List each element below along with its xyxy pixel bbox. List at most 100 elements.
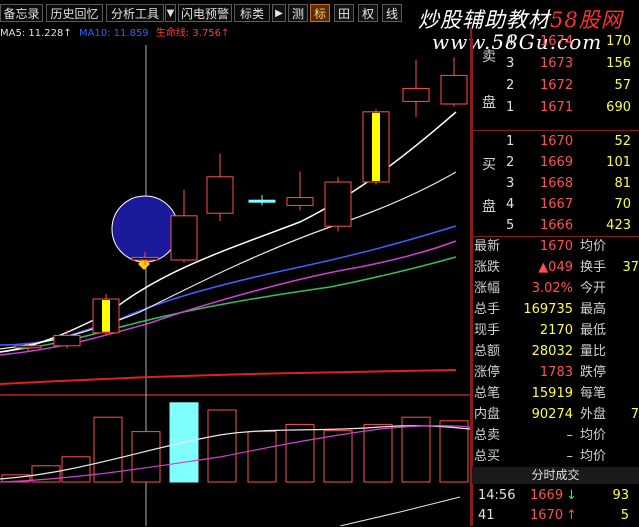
candle — [170, 189, 198, 263]
stat-value: 2170 — [539, 323, 573, 338]
order-price: 1668 — [540, 176, 574, 191]
order-row[interactable]: 4 1667 70 — [472, 195, 639, 216]
stat-row: 内盘 90274 外盘 7 — [472, 405, 639, 426]
arrow-up-icon: ↑ — [566, 508, 577, 523]
order-price: 1669 — [540, 155, 574, 170]
order-volume: 690 — [606, 100, 631, 115]
candle — [286, 171, 314, 211]
order-row[interactable]: 4 1674 170 — [472, 32, 639, 53]
volume-bar — [439, 420, 469, 483]
order-price: 1666 — [540, 218, 574, 233]
stat-value: 1670 — [539, 239, 573, 254]
order-price: 1673 — [540, 56, 574, 71]
volume-bar — [323, 430, 353, 483]
order-price: 1670 — [540, 134, 574, 149]
stat-label-2: 最高 — [580, 302, 607, 317]
stat-label: 最新 — [474, 239, 501, 254]
order-volume: 101 — [606, 155, 631, 170]
stat-value: 3.02% — [531, 281, 573, 296]
stat-label: 总卖 — [474, 428, 501, 443]
stat-label: 总额 — [474, 344, 501, 359]
order-level: 1 — [506, 100, 515, 115]
order-volume: 52 — [614, 134, 631, 149]
stat-row: 最新 1670 均价 — [472, 237, 639, 258]
order-row[interactable]: 5 1666 423 — [472, 216, 639, 237]
stat-label-2: 均价 — [580, 428, 607, 443]
stat-row: 总额 28032 量比 — [472, 342, 639, 363]
order-row[interactable]: 3 1673 156 — [472, 54, 639, 75]
stat-label-2: 量比 — [580, 344, 607, 359]
stat-row: 总手 169735 最高 — [472, 300, 639, 321]
memo-button[interactable]: 备忘录 — [0, 4, 43, 22]
candle — [362, 109, 390, 185]
volume-bar — [131, 431, 161, 483]
stat-label: 涨停 — [474, 365, 501, 380]
stat-row: 现手 2170 最低 — [472, 321, 639, 342]
order-level: 2 — [506, 155, 515, 170]
stat-value-2: 37 — [622, 260, 639, 275]
stat-label: 涨幅 — [474, 281, 501, 296]
order-level: 4 — [506, 34, 515, 49]
order-price: 1667 — [540, 197, 574, 212]
stat-label: 总笔 — [474, 386, 501, 401]
order-row[interactable]: 3 1668 81 — [472, 174, 639, 195]
stat-label-2: 跌停 — [580, 365, 607, 380]
candle — [248, 195, 276, 206]
candle — [402, 59, 430, 117]
stat-row: 涨停 1783 跌停 — [472, 363, 639, 384]
analysis-tools-button[interactable]: 分析工具 — [106, 4, 164, 22]
candles — [14, 57, 468, 351]
order-volume: 423 — [606, 218, 631, 233]
tick-price: 1669 — [530, 488, 564, 503]
stat-row: 总卖 – 均价 — [472, 426, 639, 447]
stat-label: 涨跌 — [474, 260, 501, 275]
grid-tool-button[interactable]: 田 — [334, 4, 354, 22]
lifeline-line — [0, 369, 457, 385]
kline-chart[interactable] — [0, 27, 472, 526]
volume-bar — [285, 423, 315, 483]
order-level: 3 — [506, 176, 515, 191]
stat-value-2: 7 — [630, 407, 639, 422]
mark-tool-button[interactable]: 标 — [310, 4, 330, 22]
order-volume: 81 — [614, 176, 631, 191]
bottom-indicator-line — [339, 496, 461, 526]
history-recall-button[interactable]: 历史回忆 — [46, 4, 103, 22]
stat-label-2: 今开 — [580, 281, 607, 296]
order-row[interactable]: 2 1669 101 — [472, 153, 639, 174]
dropdown-arrow-icon[interactable]: ▼ — [165, 4, 176, 22]
stat-label: 总手 — [474, 302, 501, 317]
stat-label-2: 外盘 — [580, 407, 607, 422]
lightning-alert-button[interactable]: 闪电预警 — [178, 4, 232, 22]
play-icon[interactable]: ▶ — [272, 4, 286, 22]
tick-volume: 93 — [612, 488, 629, 503]
order-price: 1674 — [540, 34, 574, 49]
line-tool-button[interactable]: 线 — [382, 4, 402, 22]
rights-tool-button[interactable]: 权 — [358, 4, 378, 22]
category-button[interactable]: 标类 — [234, 4, 270, 22]
measure-tool-button[interactable]: 测 — [288, 4, 308, 22]
order-row[interactable]: 1 1671 690 — [472, 98, 639, 119]
volume-bar — [247, 431, 277, 483]
stat-value: 169735 — [523, 302, 573, 317]
volume-bar — [363, 423, 393, 483]
stat-label-2: 每笔 — [580, 386, 607, 401]
order-row[interactable]: 2 1672 57 — [472, 76, 639, 97]
stat-label-2: 均价 — [580, 239, 607, 254]
candle — [440, 57, 468, 107]
stat-label: 内盘 — [474, 407, 501, 422]
stat-value: – — [566, 428, 574, 443]
stat-value: ▲049 — [538, 260, 573, 275]
candle — [324, 176, 352, 232]
stat-row: 涨幅 3.02% 今开 — [472, 279, 639, 300]
order-level: 5 — [506, 218, 515, 233]
stat-row: 总买 – 均价 — [472, 447, 639, 468]
stat-label-2: 最低 — [580, 323, 607, 338]
stat-value: – — [566, 449, 574, 464]
order-volume: 156 — [606, 56, 631, 71]
candle — [206, 153, 234, 221]
sell-orders: 卖 盘 4 1674 170 3 1673 156 2 1672 57 1 1671 690 — [472, 34, 639, 124]
order-row[interactable]: 1 1670 52 — [472, 132, 639, 153]
tick-volume: 5 — [620, 508, 629, 523]
order-level: 3 — [506, 56, 515, 71]
stat-row: 总笔 15919 每笔 — [472, 384, 639, 405]
